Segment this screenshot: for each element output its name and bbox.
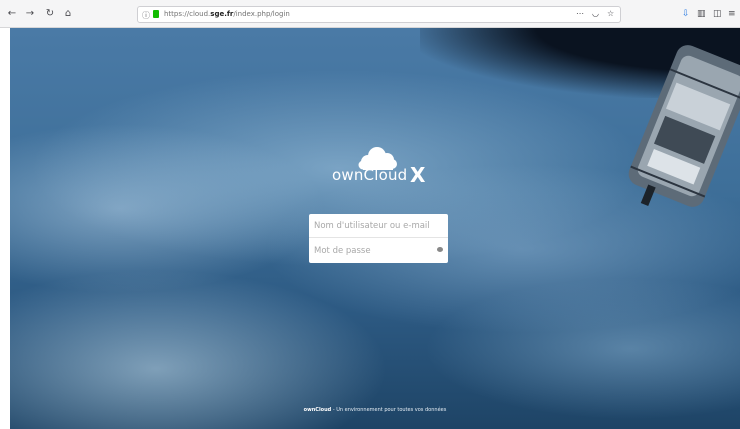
footer: ownCloud - Un environnement pour toutes … bbox=[10, 407, 740, 413]
login-form bbox=[309, 214, 448, 263]
lock-icon[interactable] bbox=[153, 10, 159, 18]
forward-icon[interactable]: → bbox=[24, 8, 36, 20]
sidebar-icon[interactable]: ◫ bbox=[713, 8, 722, 20]
info-icon[interactable]: ⓘ bbox=[142, 10, 150, 21]
logo-x: X bbox=[410, 163, 426, 187]
home-icon[interactable]: ⌂ bbox=[62, 8, 74, 20]
password-wrapper bbox=[309, 238, 448, 263]
browser-toolbar: ← → ↻ ⌂ ⓘ https://cloud.sge.fr/index.php… bbox=[0, 0, 740, 28]
username-input[interactable] bbox=[309, 214, 448, 238]
bookmark-star-icon[interactable]: ☆ bbox=[607, 9, 614, 18]
login-page: ownCloud X ownCloud - Un environnement p… bbox=[10, 28, 740, 429]
reload-icon[interactable]: ↻ bbox=[44, 8, 56, 20]
address-bar[interactable]: ⓘ https://cloud.sge.fr/index.php/login ⋯… bbox=[137, 6, 621, 23]
logo-text: ownCloud bbox=[332, 166, 408, 184]
pocket-icon[interactable]: ◡ bbox=[592, 9, 599, 18]
page-actions-icon[interactable]: ⋯ bbox=[576, 9, 584, 18]
password-input[interactable] bbox=[309, 238, 448, 263]
url-text[interactable]: https://cloud.sge.fr/index.php/login bbox=[164, 10, 290, 18]
download-icon[interactable]: ⇩ bbox=[682, 8, 690, 20]
owncloud-logo: ownCloud X bbox=[332, 146, 432, 190]
show-password-icon[interactable] bbox=[437, 247, 443, 252]
footer-tagline: - Un environnement pour toutes vos donné… bbox=[331, 407, 447, 413]
back-icon[interactable]: ← bbox=[6, 8, 18, 20]
satellite-image bbox=[628, 45, 740, 207]
menu-icon[interactable]: ≡ bbox=[728, 8, 736, 20]
library-icon[interactable]: ▥ bbox=[697, 8, 706, 20]
footer-brand: ownCloud bbox=[303, 407, 332, 413]
